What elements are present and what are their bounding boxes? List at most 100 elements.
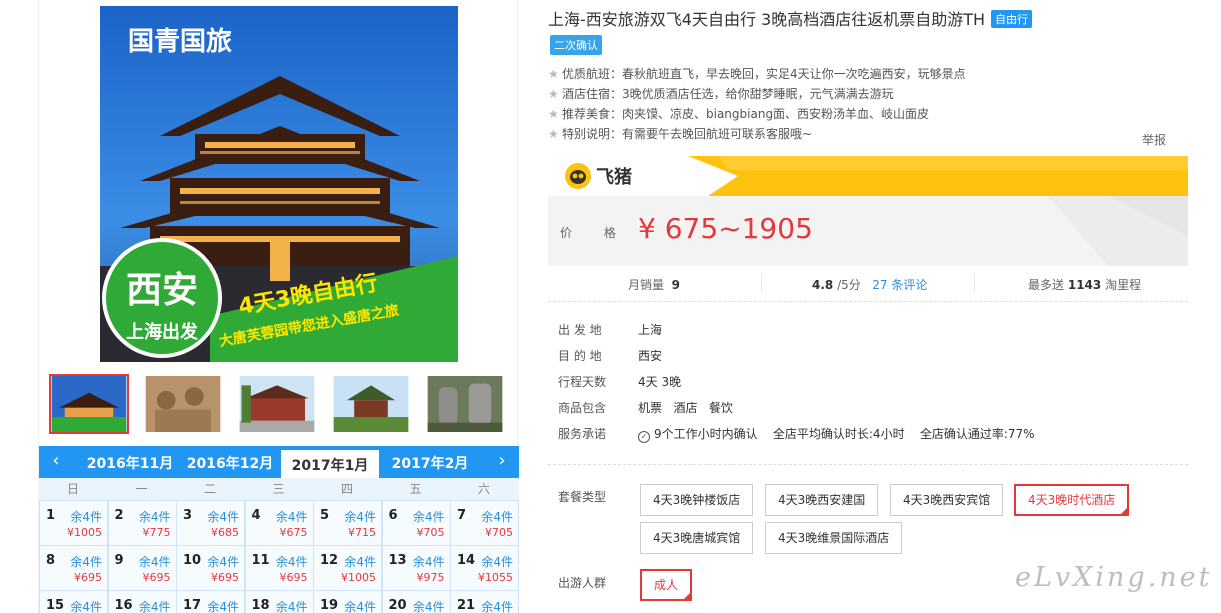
star-icon: ★ [548, 107, 559, 121]
weekday-label: 日 [66, 482, 79, 496]
brand-name: 飞猪 [596, 167, 632, 188]
calendar-month-tab[interactable]: 2016年11月 [81, 448, 179, 478]
star-icon: ★ [548, 67, 559, 81]
calendar-day-cell[interactable]: 21 余4件 [451, 591, 518, 613]
calendar-stock: 余4件 [138, 555, 171, 569]
calendar-day-cell[interactable]: 16 余4件 [108, 591, 176, 613]
calendar-price: ¥775 [142, 526, 171, 539]
calendar-day-number: 12 [320, 553, 339, 568]
calendar-day-cell[interactable]: 8 余4件 ¥695 [40, 546, 107, 590]
calendar-day-cell[interactable]: 1 余4件 ¥1005 [40, 501, 107, 545]
brand-bar: 飞猪 [548, 156, 1188, 196]
calendar-month-tab-active[interactable]: 2017年1月 [281, 448, 379, 478]
fliggy-icon [565, 163, 591, 189]
calendar-day-cell[interactable]: 18 余4件 [245, 591, 313, 613]
brand-text: 国青国旅 [128, 27, 232, 57]
calendar-day-number: 16 [114, 598, 133, 613]
weekday-label: 三 [272, 482, 285, 496]
package-option[interactable]: 4天3晚西安宾馆 [890, 484, 1004, 516]
calendar-month-tab[interactable]: 2017年2月 [381, 448, 479, 478]
calendar-day-cell[interactable]: 2 余4件 ¥775 [108, 501, 176, 545]
package-option[interactable]: 4天3晚西安建国 [765, 484, 879, 516]
calendar-day-number: 10 [183, 553, 202, 568]
package-option[interactable]: 4天3晚维景国际酒店 [765, 522, 903, 554]
info-service: 服务承诺 ✓ 9个工作小时内确认 全店平均确认时长:4小时 全店确认通过率:77% [558, 427, 1035, 443]
calendar-day-cell[interactable]: 17 余4件 [177, 591, 244, 613]
site-watermark: eLvXing.net [1015, 562, 1213, 593]
calendar-day-cell[interactable]: 15 余4件 [40, 591, 107, 613]
calendar-day-number: 21 [457, 598, 476, 613]
calendar-day-number: 4 [251, 508, 261, 523]
calendar-day-number: 2 [114, 508, 124, 523]
points: 最多送 1143 淘里程 [1028, 278, 1142, 292]
calendar-stock: 余4件 [481, 555, 513, 569]
reviews-link[interactable]: 27 条评论 [872, 278, 927, 292]
highlights-list: ★ 优质航班：春秋航班直飞，早去晚回，实足4天让你一次吃遍西安，玩够景点 ★ 酒店住… [548, 64, 966, 144]
next-month-button[interactable]: › [487, 446, 517, 478]
product-main-image[interactable]: 国青国旅 西安 上海出发 4天3晚自由行 大唐芙蓉园带您进入盛唐之旅 [100, 6, 458, 362]
package-option[interactable]: 4天3晚唐城宾馆 [640, 522, 754, 554]
thumbnail-3[interactable] [237, 374, 317, 434]
calendar-day-number: 19 [320, 598, 339, 613]
info-departure: 出 发 地上海 [558, 323, 663, 337]
calendar-day-cell[interactable]: 5 余4件 ¥715 [314, 501, 381, 545]
calendar-month-tab[interactable]: 2016年12月 [181, 448, 279, 478]
calendar-day-cell[interactable]: 11 余4件 ¥695 [245, 546, 313, 590]
thumbnail-5[interactable] [425, 374, 505, 434]
calendar-stock: 余4件 [70, 555, 102, 569]
traveler-option-selected[interactable]: 成人 [640, 569, 693, 601]
calendar-stock: 余4件 [344, 555, 376, 569]
calendar-day-number: 17 [183, 598, 202, 613]
selected-corner-icon [1119, 506, 1130, 516]
report-link[interactable]: 举报 [1142, 131, 1166, 148]
product-detail: 上海-西安旅游双飞4天自由行 3晚高档酒店往返机票自助游TH 自由行 二次确认 ★… [546, 0, 1221, 613]
calendar-day-number: 8 [46, 553, 56, 568]
svg-text:上海出发: 上海出发 [126, 321, 199, 343]
calendar-day-cell[interactable]: 7 余4件 ¥705 [451, 501, 518, 545]
calendar-price: ¥695 [74, 571, 102, 584]
calendar-day-cell[interactable]: 3 余4件 ¥685 [177, 501, 244, 545]
calendar-weekdays: 日一二三四五六 [39, 478, 519, 500]
calendar-day-cell[interactable]: 9 余4件 ¥695 [108, 546, 176, 590]
package-option-selected[interactable]: 4天3晚时代酒店 [1014, 484, 1130, 516]
calendar-day-number: 14 [457, 553, 476, 568]
svg-text:西安: 西安 [126, 270, 198, 311]
calendar-stock: 余4件 [138, 510, 171, 524]
trip-info: 出 发 地上海 目 的 地西安 行程天数 4天 3晚 商品包含 机票 酒店 餐饮 服… [558, 320, 1035, 450]
calendar-day-cell[interactable]: 20 余4件 [382, 591, 450, 613]
calendar-day-number: 13 [388, 553, 407, 568]
package-type-label: 套餐类型 [558, 490, 607, 504]
check-icon: ✓ [638, 431, 650, 443]
calendar-day-cell[interactable]: 12 余4件 ¥1005 [314, 546, 381, 590]
calendar-day-number: 15 [46, 598, 65, 613]
calendar-price: ¥685 [211, 526, 239, 539]
thumbnail-1[interactable] [49, 374, 129, 434]
highlight-item: ★ 优质航班：春秋航班直飞，早去晚回，实足4天让你一次吃遍西安，玩够景点 [548, 64, 966, 84]
price-box: 飞猪 价 格 ¥ 675~1905 [548, 156, 1188, 266]
calendar-day-cell[interactable]: 14 余4件 ¥1055 [451, 546, 518, 590]
calendar-day-cell[interactable]: 6 余4件 ¥705 [382, 501, 450, 545]
fliggy-logo: 飞猪 [564, 162, 632, 190]
calendar-day-cell[interactable]: 19 余4件 [314, 591, 381, 613]
prev-month-button[interactable]: ‹ [41, 446, 71, 478]
price-calendar: ‹ 2016年11月 2016年12月 2017年1月 2017年2月 › 日 一… [39, 446, 519, 613]
self-guided-tag: 自由行 [991, 10, 1033, 28]
stat-separator [974, 274, 975, 292]
price-value: ¥ 675~1905 [638, 212, 813, 245]
weekday-label: 一 [135, 482, 148, 496]
calendar-stock: 余4件 [70, 510, 102, 524]
thumbnail-4[interactable] [331, 374, 411, 434]
calendar-day-cell[interactable]: 10 余4件 ¥695 [177, 546, 244, 590]
calendar-price: ¥695 [142, 571, 171, 584]
calendar-day-number: 20 [388, 598, 407, 613]
calendar-day-cell[interactable]: 13 余4件 ¥975 [382, 546, 450, 590]
calendar-day-number: 9 [114, 553, 124, 568]
calendar-grid: 1 余4件 ¥1005 2 余4件 ¥775 3 余4件 ¥685 4 余4件 ¥675 5 余4件 ¥71… [39, 500, 519, 613]
calendar-price: ¥695 [279, 571, 308, 584]
package-option[interactable]: 4天3晚钟楼饭店 [640, 484, 754, 516]
rating: 4.8 /5分 27 条评论 [812, 278, 928, 292]
calendar-stock: 余4件 [412, 600, 445, 613]
thumbnail-2[interactable] [143, 374, 223, 434]
sales-stats: 月销量 9 4.8 /5分 27 条评论 最多送 1143 淘里程 [548, 266, 1188, 302]
calendar-day-cell[interactable]: 4 余4件 ¥675 [245, 501, 313, 545]
